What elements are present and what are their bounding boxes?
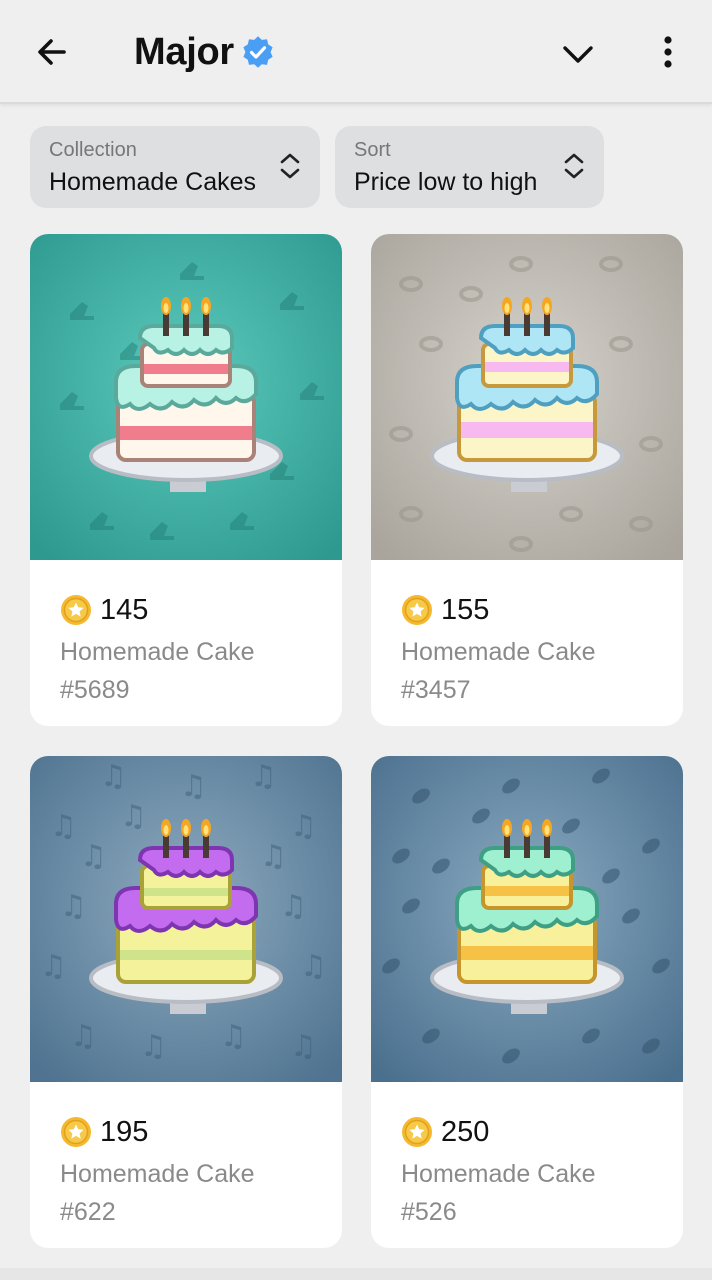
sort-select[interactable]: Sort Price low to high (335, 126, 604, 208)
collapse-button[interactable] (556, 32, 600, 76)
cake-image (371, 234, 683, 560)
star-coin-icon (61, 1117, 91, 1147)
price-row: 155 (401, 592, 489, 628)
svg-text:♫: ♫ (260, 839, 287, 874)
price-row: 195 (60, 1114, 148, 1150)
sort-value: Price low to high (354, 168, 538, 196)
svg-text:♫: ♫ (300, 949, 327, 984)
sort-label: Sort (354, 139, 391, 161)
item-number: #526 (401, 1198, 457, 1226)
svg-text:♫: ♫ (80, 839, 107, 874)
top-bar: Major (0, 0, 712, 104)
svg-text:♫: ♫ (50, 809, 77, 844)
svg-text:♫: ♫ (140, 1029, 167, 1064)
item-number: #622 (60, 1198, 116, 1226)
item-name: Homemade Cake (401, 638, 596, 666)
collection-select[interactable]: Collection Homemade Cakes (30, 126, 320, 208)
more-vertical-icon (664, 36, 672, 68)
svg-text:♫: ♫ (180, 769, 207, 804)
price: 145 (100, 593, 149, 626)
svg-text:♫: ♫ (290, 1029, 317, 1064)
star-coin-icon (61, 595, 91, 625)
verified-badge-icon (242, 36, 274, 68)
title-group: Major (134, 28, 274, 76)
svg-text:♫: ♫ (250, 759, 277, 794)
star-coin-icon (402, 595, 432, 625)
svg-text:♫: ♫ (220, 1019, 247, 1054)
nft-card[interactable]: 250 Homemade Cake #526 (371, 756, 683, 1248)
more-options-button[interactable] (648, 30, 688, 74)
price-row: 250 (401, 1114, 489, 1150)
svg-text:♫: ♫ (290, 809, 317, 844)
nft-card[interactable]: 145 Homemade Cake #5689 (30, 234, 342, 726)
item-number: #5689 (60, 676, 130, 704)
cake-image: ♫ ♫ ♫ ♫ ♫ ♫ ♫ ♫ ♫ ♫ ♫ ♫ ♫ ♫ ♫ ♫ (30, 756, 342, 1082)
item-name: Homemade Cake (60, 638, 255, 666)
cake-image (371, 756, 683, 1082)
nft-card[interactable]: 155 Homemade Cake #3457 (371, 234, 683, 726)
svg-text:♫: ♫ (120, 799, 147, 834)
price: 195 (100, 1115, 149, 1148)
price-row: 145 (60, 592, 148, 628)
svg-text:♫: ♫ (40, 949, 67, 984)
collection-value: Homemade Cakes (49, 168, 257, 196)
svg-text:♫: ♫ (280, 889, 307, 924)
arrow-left-icon (38, 39, 66, 65)
chevron-down-icon (563, 46, 593, 63)
item-number: #3457 (401, 676, 471, 704)
svg-text:♫: ♫ (100, 759, 127, 794)
page-title: Major (134, 30, 234, 73)
back-button[interactable] (32, 32, 72, 72)
item-name: Homemade Cake (60, 1160, 255, 1188)
collection-label: Collection (49, 139, 137, 161)
item-name: Homemade Cake (401, 1160, 596, 1188)
nft-card[interactable]: ♫ ♫ ♫ ♫ ♫ ♫ ♫ ♫ ♫ ♫ ♫ ♫ ♫ ♫ ♫ ♫ 195 Homemade Cake (30, 756, 342, 1248)
bottom-edge (0, 1268, 712, 1280)
svg-text:♫: ♫ (70, 1019, 97, 1054)
price: 250 (441, 1115, 490, 1148)
updown-chevron-icon (280, 153, 300, 179)
cake-image (30, 234, 342, 560)
svg-text:♫: ♫ (60, 889, 87, 924)
star-coin-icon (402, 1117, 432, 1147)
price: 155 (441, 593, 490, 626)
updown-chevron-icon (564, 153, 584, 179)
